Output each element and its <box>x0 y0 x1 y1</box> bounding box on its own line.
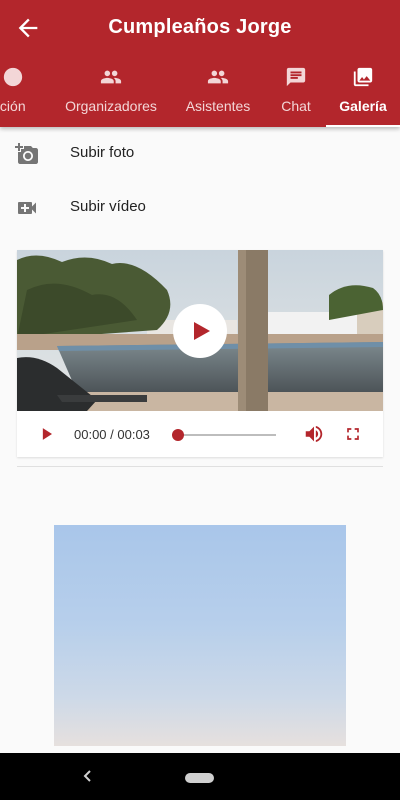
video-progress-thumb[interactable] <box>172 429 184 441</box>
tab-bar: nación Organizadores Asistentes Chat <box>0 56 400 127</box>
video-controls: 00:00 / 00:03 <box>17 411 383 457</box>
add-a-photo-icon <box>15 143 38 164</box>
people-icon <box>207 70 229 84</box>
video-thumbnail[interactable] <box>17 250 383 411</box>
tab-organizadores[interactable]: Organizadores <box>62 56 160 127</box>
tab-label: Organizadores <box>65 98 157 114</box>
video-call-icon <box>18 202 36 214</box>
volume-icon[interactable] <box>303 423 325 445</box>
upload-photo-button[interactable]: Subir foto <box>0 127 400 181</box>
system-nav-bar <box>0 753 400 800</box>
video-progress-track[interactable] <box>178 434 276 436</box>
tab-chat[interactable]: Chat <box>270 56 322 127</box>
circle-icon <box>3 67 23 87</box>
nav-home-pill[interactable] <box>185 773 214 783</box>
tab-galeria[interactable]: Galería <box>326 56 400 127</box>
upload-video-button[interactable]: Subir vídeo <box>0 181 400 235</box>
video-time: 00:00 / 00:03 <box>74 427 150 442</box>
fullscreen-icon[interactable] <box>343 424 363 444</box>
chat-icon <box>286 67 306 87</box>
video-player: 00:00 / 00:03 <box>17 250 383 457</box>
gallery-icon <box>353 67 373 87</box>
divider <box>17 466 383 467</box>
tab-label: Galería <box>339 98 387 114</box>
gallery-photo[interactable] <box>54 525 346 746</box>
play-overlay-button[interactable] <box>173 304 227 358</box>
tab-informacion[interactable]: nación <box>0 56 40 127</box>
play-icon[interactable] <box>37 424 57 444</box>
active-tab-indicator <box>326 125 400 127</box>
play-icon <box>194 322 210 340</box>
page-title: Cumpleaños Jorge <box>108 16 292 38</box>
tab-asistentes[interactable]: Asistentes <box>180 56 256 127</box>
app-bar: Cumpleaños Jorge nación Organizadores As… <box>0 0 400 127</box>
nav-back-icon[interactable] <box>80 767 96 785</box>
upload-photo-label: Subir foto <box>70 144 135 161</box>
people-icon <box>100 70 122 84</box>
tab-label: nación <box>0 98 26 114</box>
tab-label: Asistentes <box>185 98 251 114</box>
upload-video-label: Subir vídeo <box>70 198 146 215</box>
tab-label: Chat <box>281 98 311 114</box>
